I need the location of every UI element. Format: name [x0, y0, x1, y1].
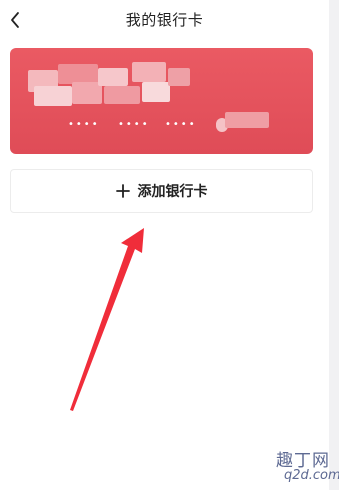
annotation-arrow [70, 228, 144, 411]
bank-cards-page: 我的银行卡 •••• •••• •••• 添加银行卡 趣丁网 q2d.com [0, 0, 339, 490]
watermark-domain-text: q2d.com [284, 468, 339, 483]
site-watermark: 趣丁网 q2d.com [270, 446, 339, 486]
